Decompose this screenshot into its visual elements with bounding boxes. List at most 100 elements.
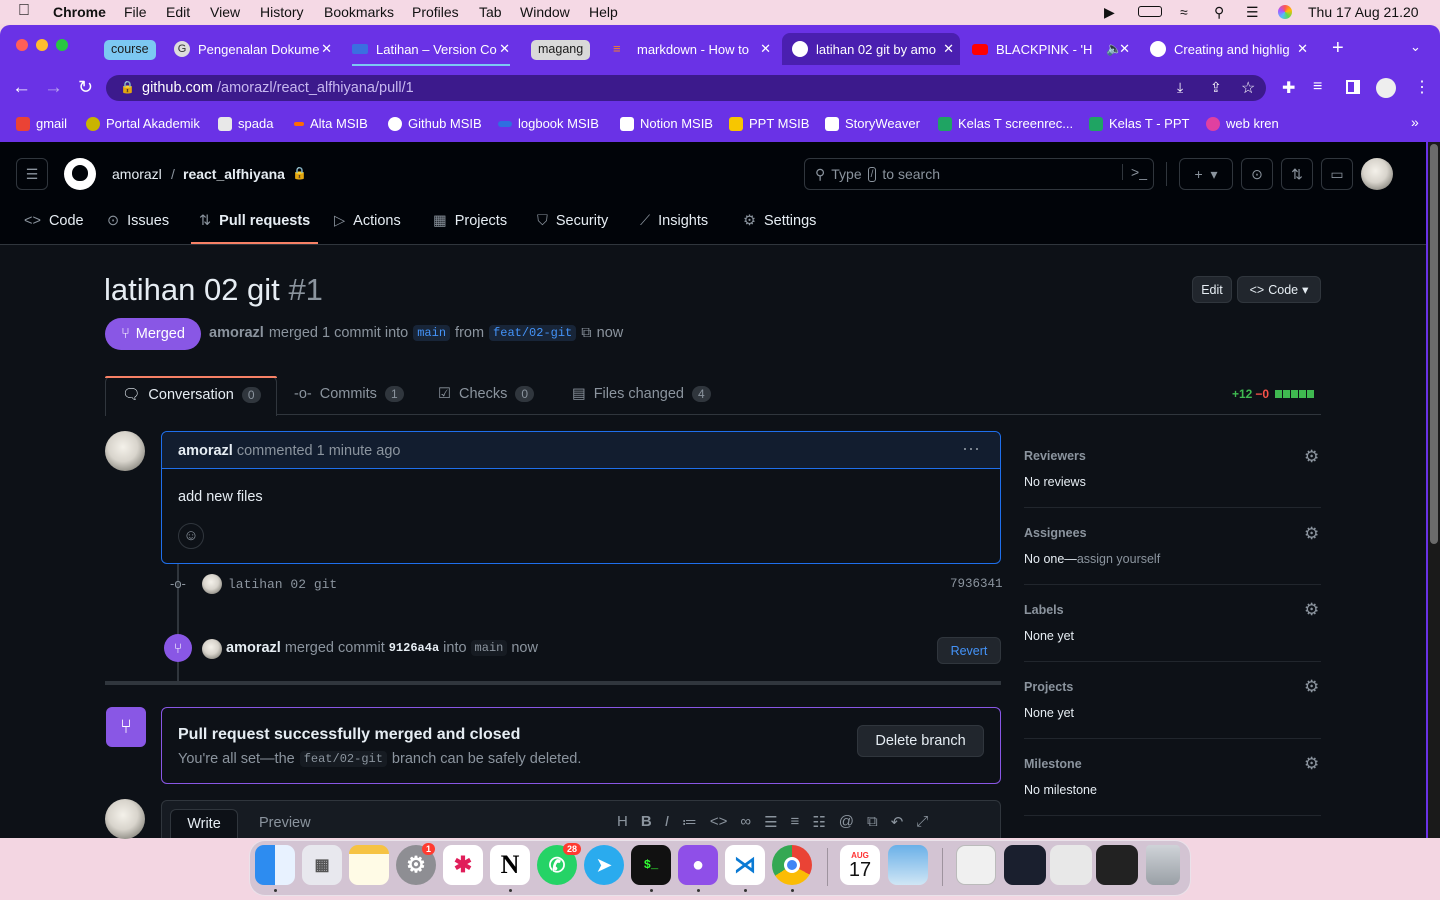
install-app-icon[interactable]: ⤓ bbox=[1177, 79, 1183, 96]
merge-avatar[interactable] bbox=[202, 639, 222, 659]
head-branch[interactable]: feat/02-git bbox=[489, 325, 577, 341]
deletable-branch[interactable]: feat/02-git bbox=[299, 751, 387, 767]
inbox-icon[interactable]: ▭ bbox=[1321, 158, 1353, 190]
fullscreen-icon[interactable]: ⤢ bbox=[916, 813, 928, 831]
back-button[interactable]: ← bbox=[12, 77, 31, 99]
bookmark-spada[interactable]: spada bbox=[218, 116, 273, 131]
github-logo-icon[interactable] bbox=[64, 158, 96, 190]
revert-button[interactable]: Revert bbox=[937, 637, 1001, 664]
menu-view[interactable]: View bbox=[210, 4, 240, 20]
hamburger-menu-icon[interactable]: ☰ bbox=[16, 158, 48, 190]
add-reaction-smiley-icon[interactable]: ☺ bbox=[178, 523, 204, 549]
minimized-window-vscode[interactable] bbox=[1004, 845, 1046, 885]
unordered-list-icon[interactable]: ☰ bbox=[764, 813, 777, 831]
github-desktop-icon[interactable]: ● bbox=[678, 845, 718, 885]
merge-author-link[interactable]: amorazl bbox=[226, 640, 281, 656]
delete-branch-button[interactable]: Delete branch bbox=[857, 725, 984, 757]
slack-icon[interactable]: ✱ bbox=[443, 845, 483, 885]
kebab-menu-icon[interactable]: ··· bbox=[962, 438, 980, 459]
sidebar-milestone-heading[interactable]: Milestone bbox=[1024, 757, 1082, 771]
nav-settings[interactable]: ⚙ Settings bbox=[743, 213, 816, 229]
reviewers-gear-icon[interactable]: ⚙ bbox=[1304, 447, 1319, 467]
labels-gear-icon[interactable]: ⚙ bbox=[1304, 600, 1319, 620]
quote-icon[interactable]: ≔ bbox=[682, 813, 697, 831]
menu-tab[interactable]: Tab bbox=[479, 4, 502, 20]
chrome-menu-icon[interactable]: ⋮ bbox=[1414, 77, 1430, 97]
bold-icon[interactable]: B bbox=[641, 813, 652, 831]
extensions-icon[interactable]: ✚ bbox=[1282, 78, 1295, 98]
user-avatar[interactable] bbox=[1361, 158, 1393, 190]
assignees-gear-icon[interactable]: ⚙ bbox=[1304, 524, 1319, 544]
address-bar[interactable]: 🔒 github.com /amorazl/react_alfhiyana/pu… bbox=[106, 75, 1266, 101]
new-tab-button[interactable]: + bbox=[1332, 37, 1344, 60]
menu-edit[interactable]: Edit bbox=[166, 4, 190, 20]
link-icon[interactable]: ∞ bbox=[740, 813, 751, 831]
create-new-button[interactable]: + ▾ bbox=[1179, 158, 1233, 190]
nav-projects[interactable]: ▦ Projects bbox=[433, 213, 507, 229]
bookmarks-overflow-icon[interactable]: » bbox=[1411, 114, 1419, 130]
write-tab[interactable]: Write bbox=[170, 809, 238, 838]
side-panel-icon[interactable] bbox=[1346, 80, 1360, 94]
menu-profiles[interactable]: Profiles bbox=[412, 4, 459, 20]
comment-timestamp[interactable]: commented 1 minute ago bbox=[237, 443, 401, 459]
close-tab-icon[interactable]: ✕ bbox=[499, 41, 510, 57]
edit-title-button[interactable]: Edit bbox=[1192, 276, 1232, 303]
bookmark-ppt-msib[interactable]: PPT MSIB bbox=[729, 116, 809, 131]
control-center-icon[interactable]: ☰ bbox=[1246, 4, 1259, 21]
search-input[interactable]: ⚲ Type / to search >_ bbox=[804, 158, 1154, 190]
finder-icon[interactable] bbox=[255, 845, 295, 885]
nav-code[interactable]: <> Code bbox=[24, 213, 84, 229]
preview-app-icon[interactable] bbox=[888, 845, 928, 885]
mention-icon[interactable]: @ bbox=[839, 813, 854, 831]
commit-message-link[interactable]: latihan 02 git bbox=[228, 577, 337, 592]
tab-conversation[interactable]: 🗨 Conversation 0 bbox=[122, 386, 261, 403]
battery-icon[interactable] bbox=[1138, 6, 1162, 17]
launchpad-icon[interactable]: ▦ bbox=[302, 845, 342, 885]
page-scrollbar[interactable] bbox=[1428, 142, 1440, 838]
media-queue-icon[interactable]: ≡ bbox=[1313, 78, 1322, 96]
sidebar-labels-heading[interactable]: Labels bbox=[1024, 603, 1064, 617]
sidebar-assignees-heading[interactable]: Assignees bbox=[1024, 526, 1087, 540]
tab-group-magang[interactable]: magang bbox=[531, 40, 591, 60]
cross-reference-icon[interactable]: ⧉ bbox=[867, 813, 878, 831]
tab-checks[interactable]: ☑ Checks 0 bbox=[438, 386, 535, 402]
vscode-icon[interactable]: ⋊ bbox=[725, 845, 765, 885]
command-palette-icon[interactable]: >_ bbox=[1122, 164, 1147, 180]
bookmark-notion-msib[interactable]: Notion MSIB bbox=[620, 116, 713, 131]
comment-author-link[interactable]: amorazl bbox=[178, 443, 233, 459]
tab-files-changed[interactable]: ▤ Files changed 4 bbox=[572, 386, 711, 402]
sidebar-projects-heading[interactable]: Projects bbox=[1024, 680, 1073, 694]
close-tab-icon[interactable]: ✕ bbox=[321, 41, 332, 57]
bookmark-github-msib[interactable]: Github MSIB bbox=[388, 116, 482, 131]
menu-help[interactable]: Help bbox=[589, 4, 618, 20]
siri-icon[interactable] bbox=[1278, 5, 1292, 19]
zoom-window-button[interactable] bbox=[56, 39, 68, 51]
nav-pull-requests[interactable]: ⇅ Pull requests bbox=[199, 213, 310, 229]
close-tab-icon[interactable]: ✕ bbox=[760, 41, 771, 57]
menu-window[interactable]: Window bbox=[520, 4, 570, 20]
forward-button[interactable]: → bbox=[44, 77, 63, 99]
tab-pengenalan[interactable]: G Pengenalan Dokume ✕ bbox=[166, 33, 338, 65]
code-icon[interactable]: <> bbox=[710, 813, 728, 831]
bookmark-storyweaver[interactable]: StoryWeaver bbox=[825, 116, 920, 131]
pull-requests-icon[interactable]: ⇅ bbox=[1281, 158, 1313, 190]
menubar-clock[interactable]: Thu 17 Aug 21.20 bbox=[1308, 4, 1419, 20]
menu-history[interactable]: History bbox=[260, 4, 304, 20]
task-list-icon[interactable]: ☷ bbox=[812, 813, 825, 831]
chrome-icon[interactable] bbox=[772, 845, 812, 885]
menu-file[interactable]: File bbox=[124, 4, 147, 20]
italic-icon[interactable]: I bbox=[665, 813, 669, 831]
bookmark-logbook-msib[interactable]: logbook MSIB bbox=[498, 116, 599, 131]
reply-icon[interactable]: ↶ bbox=[891, 813, 904, 831]
bookmark-star-icon[interactable]: ☆ bbox=[1241, 78, 1255, 98]
tab-commits[interactable]: -o- Commits 1 bbox=[294, 386, 404, 402]
notes-icon[interactable] bbox=[349, 845, 389, 885]
media-play-icon[interactable]: ▶ bbox=[1104, 4, 1115, 21]
menu-app-name[interactable]: Chrome bbox=[53, 4, 106, 20]
pr-author-link[interactable]: amorazl bbox=[209, 325, 264, 341]
tab-creating-highlighting[interactable]: Creating and highlig ✕ bbox=[1142, 33, 1314, 65]
commit-sha-link[interactable]: 7936341 bbox=[950, 577, 1003, 591]
minimized-window-finder[interactable] bbox=[1096, 845, 1138, 885]
tab-latihan-version[interactable]: Latihan – Version Co ✕ bbox=[344, 33, 516, 65]
terminal-icon[interactable]: $_ bbox=[631, 845, 671, 885]
